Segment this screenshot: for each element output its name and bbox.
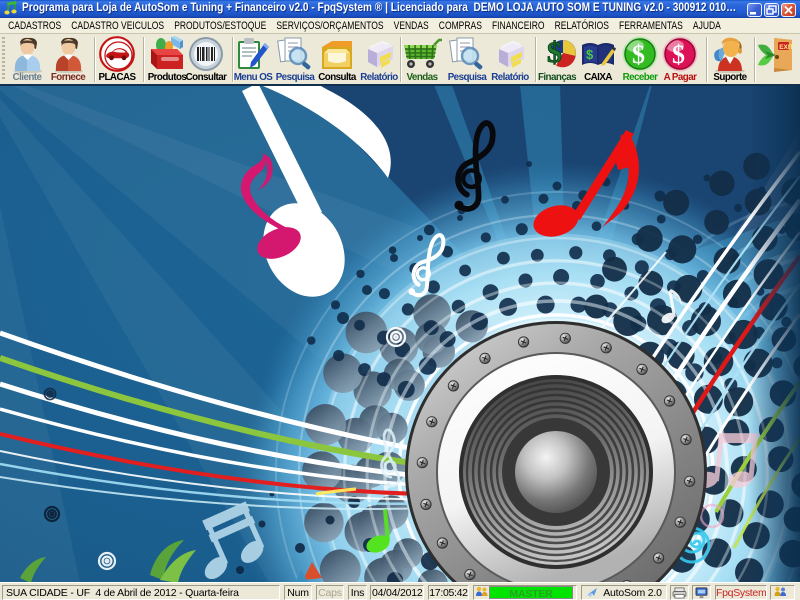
svg-text:$: $	[547, 36, 562, 69]
svg-text:EXIT: EXIT	[779, 44, 793, 51]
svg-text:$: $	[586, 47, 594, 62]
svg-text:$: $	[632, 40, 645, 69]
svg-text:$: $	[672, 40, 685, 69]
